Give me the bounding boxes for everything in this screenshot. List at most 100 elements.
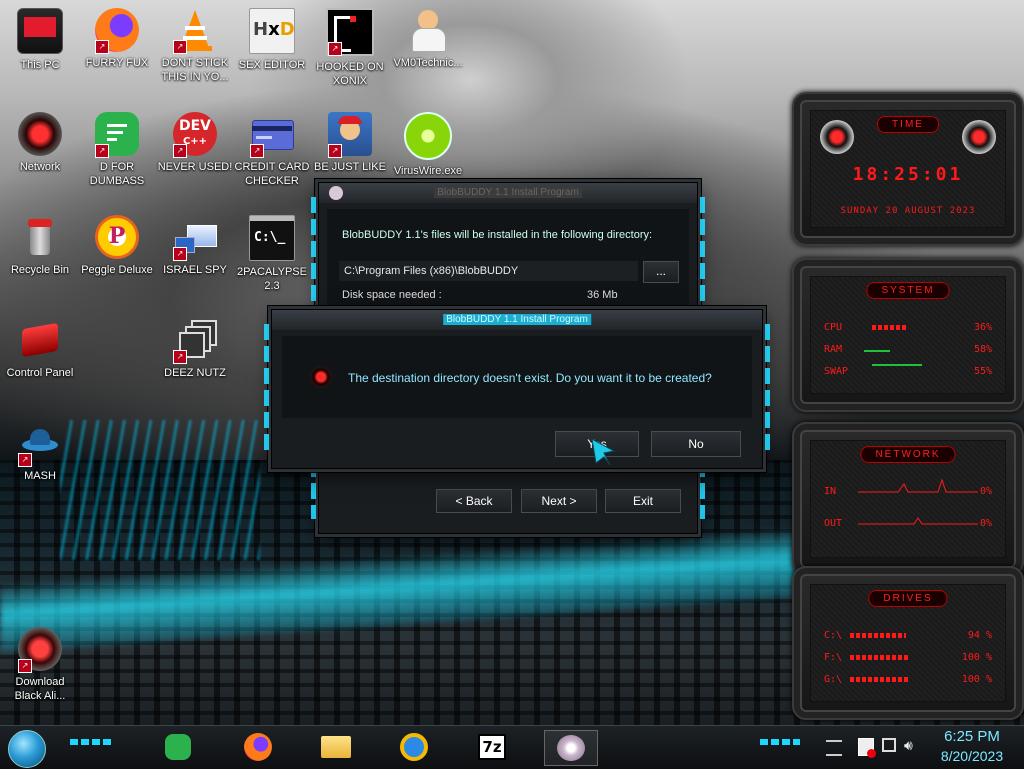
desktop-icon-download-black-ali[interactable]: ↗ Download Black Ali...: [2, 627, 78, 703]
install-path-field[interactable]: C:\Program Files (x86)\BlobBUDDY: [339, 261, 638, 281]
swap-bar: [872, 364, 922, 366]
drive-f-percent: 100 %: [961, 652, 992, 663]
desktop-icon-israel-spy[interactable]: ↗ ISRAEL SPY: [157, 215, 233, 277]
taskbar-file-explorer-button[interactable]: [318, 730, 354, 764]
desktop-icon-sex-editor[interactable]: HxD SEX EDITOR: [234, 8, 310, 72]
date-text: SUNDAY 20 AUGUST 2023: [840, 206, 976, 216]
desktop-icon-this-pc[interactable]: This PC: [2, 8, 78, 72]
widget-network-title: NETWORK: [860, 446, 956, 463]
start-orb-button[interactable]: [8, 730, 46, 768]
desktop-icon-mash[interactable]: ↗ MASH: [2, 421, 78, 483]
disk-space-value: 36 Mb: [587, 289, 618, 301]
desktop-icon-vm0technic[interactable]: VM0Technic...: [390, 8, 466, 70]
computer-icon: [17, 8, 63, 54]
next-button[interactable]: Next >: [521, 489, 597, 513]
network-in-graph: [858, 478, 978, 493]
shortcut-arrow-icon: ↗: [250, 144, 264, 158]
desktop-icon-furry-fux[interactable]: ↗ FURRY FUX: [79, 8, 155, 70]
desktop-icon-deez-nutz[interactable]: ↗ DEEZ NUTZ: [157, 318, 233, 380]
back-button[interactable]: < Back: [436, 489, 512, 513]
taskbar-firefox-button[interactable]: [240, 730, 276, 764]
xonix-game-icon: ↗: [326, 8, 374, 56]
taskbar-clock-date[interactable]: 8/20/2023: [930, 748, 1014, 764]
shortcut-arrow-icon: ↗: [95, 40, 109, 54]
icon-label: VM0Technic...: [393, 57, 463, 69]
desktop-icon-d-for-dumbass[interactable]: ↗ D FOR DUMBASS: [79, 112, 155, 188]
drive-row-c: C:\ 94 %: [824, 630, 992, 641]
remote-desktop-icon: ↗: [173, 215, 217, 261]
network-row-in: IN 0%: [824, 478, 992, 497]
icon-label: ISRAEL SPY: [163, 264, 227, 276]
desktop-icon-never-used[interactable]: DEV C++ ↗ NEVER USED!: [157, 112, 233, 174]
shortcut-arrow-icon: ↗: [328, 144, 342, 158]
icon-label: D FOR DUMBASS: [89, 161, 145, 187]
icon-label: BE JUST LIKE: [314, 161, 386, 173]
taskbar-internet-explorer-button[interactable]: [396, 730, 432, 764]
shortcut-arrow-icon: ↗: [173, 350, 187, 364]
dialog-titlebar[interactable]: BlobBUDDY 1.1 Install Program: [272, 310, 762, 330]
drive-row-g: G:\ 100 %: [824, 674, 992, 685]
cmd-glyph: C:\_: [254, 230, 286, 245]
shortcut-arrow-icon: ↗: [18, 659, 32, 673]
firefox-icon: ↗: [95, 8, 139, 54]
browse-button[interactable]: ...: [643, 261, 679, 283]
cpu-percent: 36%: [973, 322, 992, 333]
alien-head-icon: [820, 120, 854, 154]
credit-card-icon: ↗: [250, 112, 294, 158]
network-out-percent: 0%: [979, 518, 992, 529]
clock-text: 18:25:01: [852, 164, 964, 185]
action-center-flag-icon[interactable]: [858, 738, 876, 758]
dev-badge-text: DEV: [178, 118, 212, 134]
hxd-editor-icon: HxD: [249, 8, 295, 54]
system-row-ram: RAM 58%: [824, 344, 992, 355]
shortcut-arrow-icon: ↗: [173, 144, 187, 158]
drive-g-bar: [850, 677, 910, 682]
wallpaper-beams: [60, 420, 260, 560]
icon-label: SEX EDITOR: [238, 59, 306, 71]
recycle-bin-icon: [18, 215, 62, 259]
shortcut-arrow-icon: ↗: [173, 40, 187, 54]
icon-label: DEEZ NUTZ: [164, 367, 226, 379]
installer-title: BlobBUDDY 1.1 Install Program: [434, 187, 582, 198]
icon-label: 2PACALYPSE 2.3: [237, 266, 307, 292]
desktop-icon-peggle-deluxe[interactable]: P Peggle Deluxe: [79, 215, 155, 277]
desktop-icon-2pacalypse[interactable]: C:\_ 2PACALYPSE 2.3: [234, 215, 310, 293]
icon-label: This PC: [20, 59, 60, 71]
shortcut-arrow-icon: ↗: [173, 247, 187, 261]
widget-drives: DRIVES C:\ 94 % F:\ 100 % G:\ 100 %: [792, 566, 1024, 720]
desktop-icon-recycle-bin[interactable]: Recycle Bin: [2, 215, 78, 277]
feedly-icon: ↗: [95, 112, 139, 158]
taskbar-feedly-button[interactable]: [160, 730, 196, 764]
taskbar-accent-right: [760, 739, 800, 745]
desktop-icon-network[interactable]: Network: [2, 112, 78, 174]
taskbar-blobbuddy-button[interactable]: [544, 730, 598, 766]
exit-button[interactable]: Exit: [605, 489, 681, 513]
widget-system-title: SYSTEM: [866, 282, 950, 299]
mash-hat-icon: ↗: [18, 421, 62, 467]
santa-game-icon: ↗: [328, 112, 372, 158]
icon-label: HOOKED ON XONIX: [316, 61, 384, 87]
network-tray-icon[interactable]: [882, 738, 896, 752]
ram-percent: 58%: [973, 344, 992, 355]
peggle-icon: P: [95, 215, 139, 259]
volume-icon[interactable]: 🔊︎: [904, 737, 913, 754]
installer-titlebar[interactable]: BlobBUDDY 1.1 Install Program: [319, 183, 697, 203]
shortcut-arrow-icon: ↗: [328, 42, 342, 56]
system-row-cpu: CPU 36%: [824, 322, 992, 333]
icon-label: DONT STICK THIS IN YO...: [161, 57, 229, 83]
desktop-icon-dont-stick[interactable]: ↗ DONT STICK THIS IN YO...: [157, 8, 233, 84]
taskbar-7zip-button[interactable]: 7z: [474, 730, 510, 764]
widget-system: SYSTEM CPU 36% RAM 58% SWAP 55%: [792, 258, 1024, 412]
network-in-label: IN: [824, 486, 837, 497]
desktop-icon-be-just-like[interactable]: ↗ BE JUST LIKE: [312, 112, 388, 174]
desktop-icon-viruswire[interactable]: VirusWire.exe: [390, 112, 466, 178]
no-button[interactable]: No: [651, 431, 741, 457]
desktop-icon-credit-card-checker[interactable]: ↗ CREDIT CARD CHECKER: [234, 112, 310, 188]
taskbar-clock-time[interactable]: 6:25 PM: [930, 728, 1014, 745]
desktop-icon-control-panel[interactable]: Control Panel: [2, 318, 78, 380]
window-accent-right: [765, 324, 770, 454]
disk-space-label: Disk space needed :: [342, 289, 442, 301]
desktop-icon-hooked-on-xonix[interactable]: ↗ HOOKED ON XONIX: [312, 8, 388, 88]
cpu-bar: [872, 325, 908, 330]
tray-overflow-icon[interactable]: [826, 740, 842, 756]
